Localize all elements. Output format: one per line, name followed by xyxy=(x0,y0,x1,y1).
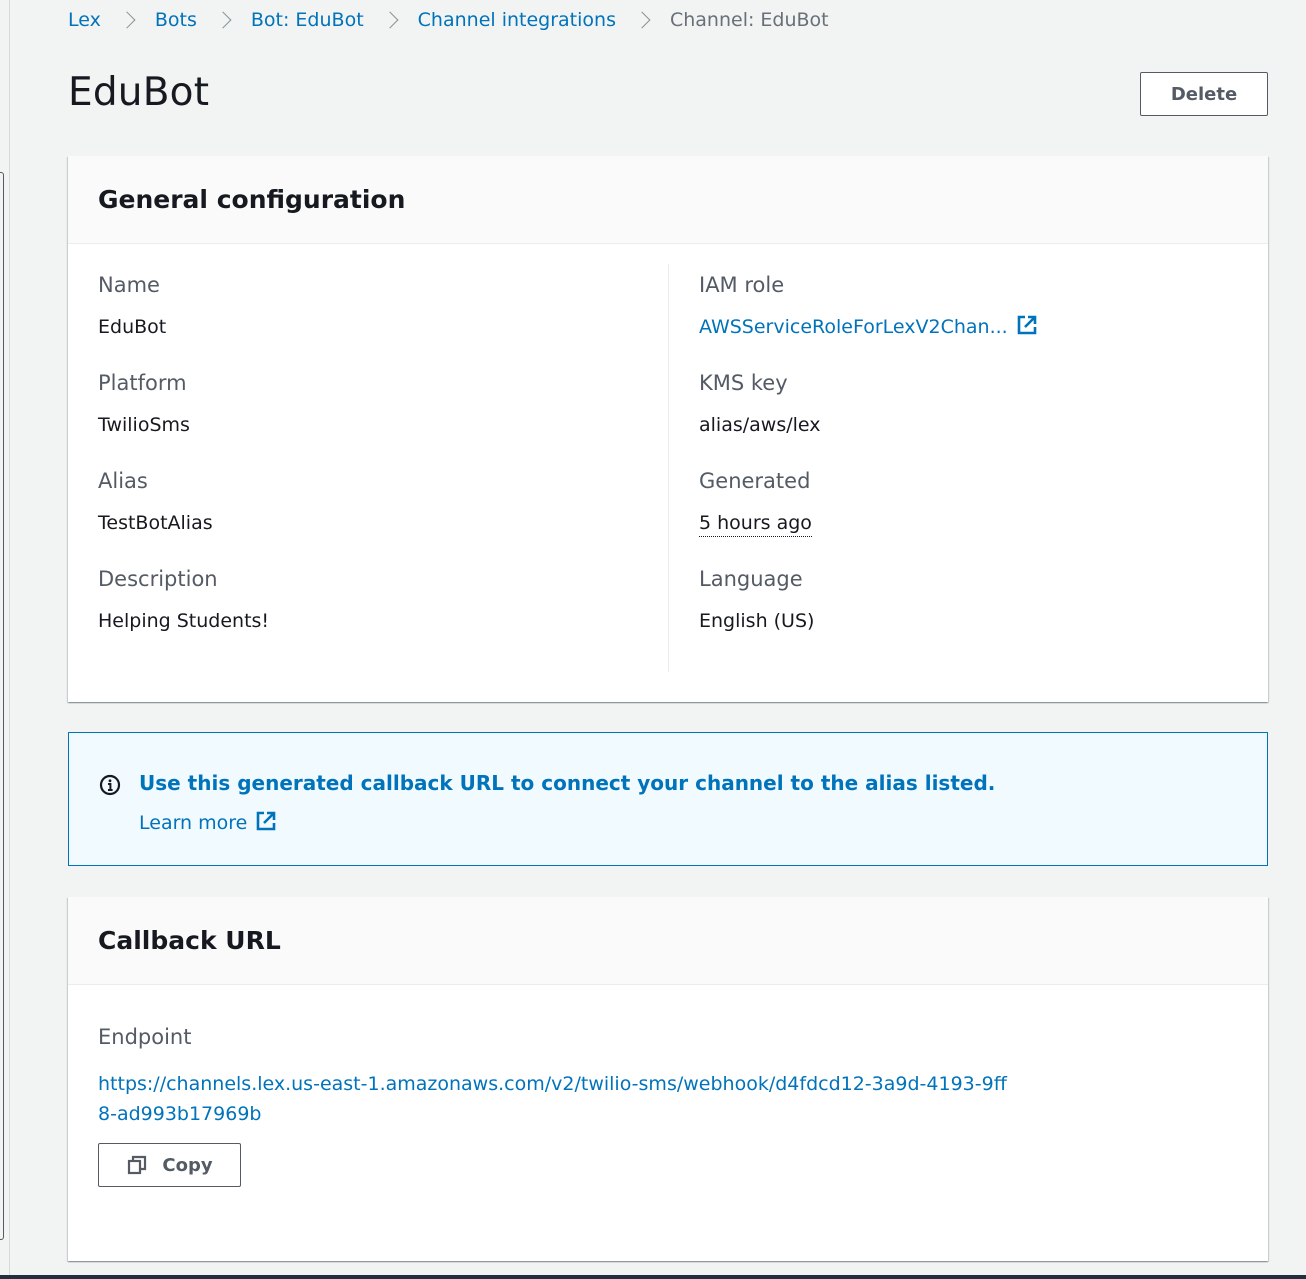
panel-header: Callback URL xyxy=(68,897,1268,985)
delete-button[interactable]: Delete xyxy=(1140,72,1268,116)
field-label: Platform xyxy=(98,371,187,395)
copy-button[interactable]: Copy xyxy=(98,1143,241,1187)
field-label: Name xyxy=(98,273,160,297)
info-alert: Use this generated callback URL to conne… xyxy=(68,732,1268,866)
generated-timestamp[interactable]: 5 hours ago xyxy=(699,512,812,537)
field-label: Alias xyxy=(98,469,148,493)
learn-more-link[interactable]: Learn more xyxy=(139,810,277,834)
learn-more-label[interactable]: Learn more xyxy=(139,812,247,834)
field-alias: Alias TestBotAlias xyxy=(98,466,658,564)
external-link-icon[interactable] xyxy=(255,810,277,832)
field-label: Generated xyxy=(699,469,811,493)
external-link-icon[interactable] xyxy=(1016,314,1038,336)
chevron-right-icon xyxy=(378,7,404,33)
alert-message: Use this generated callback URL to conne… xyxy=(139,771,996,795)
field-value: 5 hours ago xyxy=(699,510,1239,537)
field-description: Description Helping Students! xyxy=(98,564,658,662)
chevron-right-icon xyxy=(211,7,237,33)
field-value: EduBot xyxy=(98,316,167,338)
left-rail xyxy=(0,0,10,1279)
field-value: AWSServiceRoleForLexV2Chan... xyxy=(699,314,1239,340)
field-generated: Generated 5 hours ago xyxy=(699,466,1239,564)
copy-label: Copy xyxy=(162,1154,213,1176)
endpoint-url[interactable]: https://channels.lex.us-east-1.amazonaws… xyxy=(98,1069,1018,1129)
general-configuration-panel: General configuration Name EduBot Platfo… xyxy=(68,156,1268,702)
panel-body: Name EduBot Platform TwilioSms Alias Tes… xyxy=(68,244,1268,702)
field-kms-key: KMS key alias/aws/lex xyxy=(699,368,1239,466)
breadcrumb-lex[interactable]: Lex xyxy=(68,9,101,31)
panel-heading: General configuration xyxy=(98,185,406,214)
field-value: English (US) xyxy=(699,610,815,632)
field-value: Helping Students! xyxy=(98,610,270,632)
right-column: IAM role AWSServiceRoleForLexV2Chan... K… xyxy=(699,270,1239,662)
breadcrumb-channel-integrations[interactable]: Channel integrations xyxy=(418,9,616,31)
page-title: EduBot xyxy=(68,70,210,115)
field-iam-role: IAM role AWSServiceRoleForLexV2Chan... xyxy=(699,270,1239,368)
info-icon xyxy=(99,774,121,796)
side-navigation-toggle[interactable] xyxy=(0,172,4,1240)
endpoint-label: Endpoint xyxy=(98,1025,192,1049)
panel-heading: Callback URL xyxy=(98,926,281,955)
breadcrumb-current: Channel: EduBot xyxy=(669,9,829,31)
chevron-right-icon xyxy=(630,7,656,33)
chevron-right-icon xyxy=(115,7,141,33)
field-label: Description xyxy=(98,567,218,591)
column-divider xyxy=(668,264,669,672)
breadcrumb-bots[interactable]: Bots xyxy=(155,9,197,31)
field-value: alias/aws/lex xyxy=(699,414,821,436)
panel-header: General configuration xyxy=(68,156,1268,244)
callback-url-panel: Callback URL Endpoint https://channels.l… xyxy=(68,897,1268,1261)
field-label: Language xyxy=(699,567,803,591)
field-value: TwilioSms xyxy=(98,414,190,436)
field-label: IAM role xyxy=(699,273,785,297)
breadcrumb: Lex Bots Bot: EduBot Channel integration… xyxy=(68,6,829,34)
field-label: KMS key xyxy=(699,371,788,395)
breadcrumb-bot-edubot[interactable]: Bot: EduBot xyxy=(251,9,364,31)
left-column: Name EduBot Platform TwilioSms Alias Tes… xyxy=(98,270,658,662)
field-platform: Platform TwilioSms xyxy=(98,368,658,466)
field-name: Name EduBot xyxy=(98,270,658,368)
field-language: Language English (US) xyxy=(699,564,1239,662)
iam-role-link[interactable]: AWSServiceRoleForLexV2Chan... xyxy=(699,316,1008,338)
bottom-bar xyxy=(0,1275,1306,1279)
field-value: TestBotAlias xyxy=(98,512,213,534)
copy-icon xyxy=(128,1155,147,1175)
